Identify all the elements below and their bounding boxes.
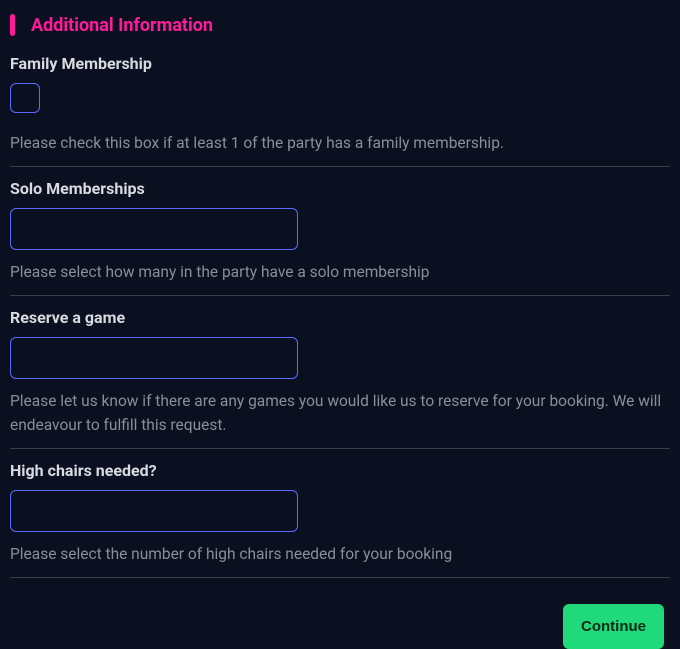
field-reserve-game: Reserve a game Please let us know if the…: [10, 308, 670, 450]
section-header: Additional Information: [10, 14, 670, 36]
section-title: Additional Information: [31, 15, 213, 36]
family-membership-helper: Please check this box if at least 1 of t…: [10, 131, 670, 156]
reserve-game-label: Reserve a game: [10, 308, 670, 327]
reserve-game-helper: Please let us know if there are any game…: [10, 389, 670, 439]
high-chairs-helper: Please select the number of high chairs …: [10, 542, 670, 567]
accent-bar-icon: [10, 14, 15, 36]
field-high-chairs: High chairs needed? Please select the nu…: [10, 461, 670, 578]
family-membership-label: Family Membership: [10, 54, 670, 73]
family-membership-checkbox[interactable]: [10, 83, 40, 113]
reserve-game-input[interactable]: [10, 337, 298, 379]
solo-memberships-label: Solo Memberships: [10, 179, 670, 198]
field-solo-memberships: Solo Memberships Please select how many …: [10, 179, 670, 296]
continue-button[interactable]: Continue: [563, 604, 664, 649]
high-chairs-label: High chairs needed?: [10, 461, 670, 480]
solo-memberships-select[interactable]: [10, 208, 298, 250]
solo-memberships-helper: Please select how many in the party have…: [10, 260, 670, 285]
field-family-membership: Family Membership Please check this box …: [10, 54, 670, 167]
high-chairs-select[interactable]: [10, 490, 298, 532]
form-footer: Continue: [10, 590, 670, 649]
